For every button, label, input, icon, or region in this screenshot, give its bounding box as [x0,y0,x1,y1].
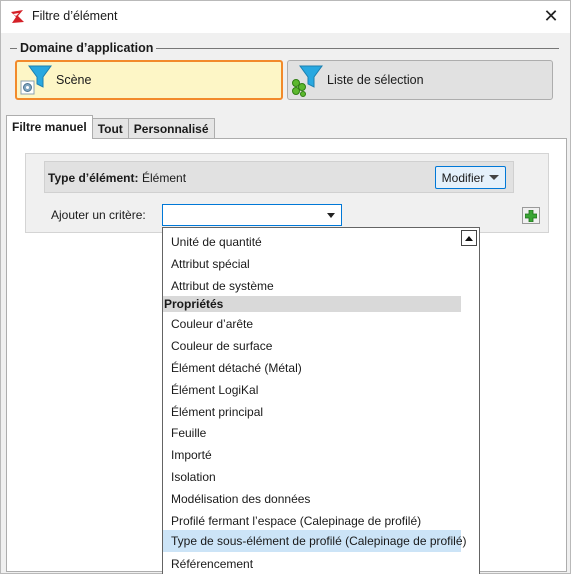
funnel-scene-icon [20,65,52,95]
app-logo-icon [10,9,25,24]
element-type-label: Type d’élément: [48,171,139,185]
scope-group-title: Domaine d’application [20,41,154,55]
list-item[interactable]: Élément principal [163,401,461,423]
group-divider [156,48,559,49]
list-item[interactable]: Profilé fermant l’espace (Calepinage de … [163,510,461,532]
list-item[interactable]: Unité de quantité [163,231,461,253]
close-icon: ✕ [543,6,559,26]
list-group-header: Propriétés [163,296,461,312]
list-item[interactable]: Isolation [163,466,461,488]
tab-manual-filter[interactable]: Filtre manuel [6,115,93,139]
group-divider-left [10,48,17,49]
title-bar[interactable]: Filtre d’élément ✕ [1,1,570,33]
element-filter-dialog: Filtre d’élément ✕ Domaine d’application… [0,0,571,574]
list-item[interactable]: Élément détaché (Métal) [163,357,461,379]
list-item[interactable]: Feuille [163,422,461,444]
funnel-list-icon [292,65,323,97]
list-item-hovered[interactable]: Type de sous-élément de profilé (Calepin… [163,530,467,552]
modify-label: Modifier [441,170,485,185]
list-item[interactable]: Attribut spécial [163,253,461,275]
modify-button[interactable]: Modifier [435,166,506,189]
list-item[interactable]: Couleur de surface [163,335,461,357]
list-item[interactable]: Élément LogiKal [163,379,461,401]
scene-label: Scène [56,73,92,87]
scene-scope-button[interactable]: Scène [15,60,283,100]
arrow-up-icon [465,235,473,241]
plus-icon [525,209,537,222]
window-title: Filtre d’élément [32,9,118,23]
list-item[interactable]: Couleur d’arête [163,313,461,335]
element-type-value: Élément [142,171,187,185]
scroll-up-button[interactable] [461,230,477,246]
add-criterion-combobox[interactable] [162,204,342,226]
list-item[interactable]: Importé [163,444,461,466]
tab-all[interactable]: Tout [91,118,129,139]
selection-list-label: Liste de sélection [327,73,424,87]
filter-tabs: Filtre manuel Tout Personnalisé [6,115,215,139]
tab-custom[interactable]: Personnalisé [127,118,215,139]
criterion-dropdown-list[interactable]: Unité de quantité Attribut spécial Attri… [162,227,480,574]
list-item[interactable]: Modélisation des données [163,488,461,510]
combo-arrow-icon [327,213,335,218]
close-button[interactable]: ✕ [538,5,564,29]
selection-list-scope-button[interactable]: Liste de sélection [287,60,553,100]
list-item[interactable]: Attribut de système [163,275,461,297]
list-item[interactable]: Référencement [163,553,461,574]
add-criterion-button[interactable] [522,207,540,224]
add-criterion-label: Ajouter un critère: [51,208,146,222]
chevron-down-icon [489,175,500,180]
